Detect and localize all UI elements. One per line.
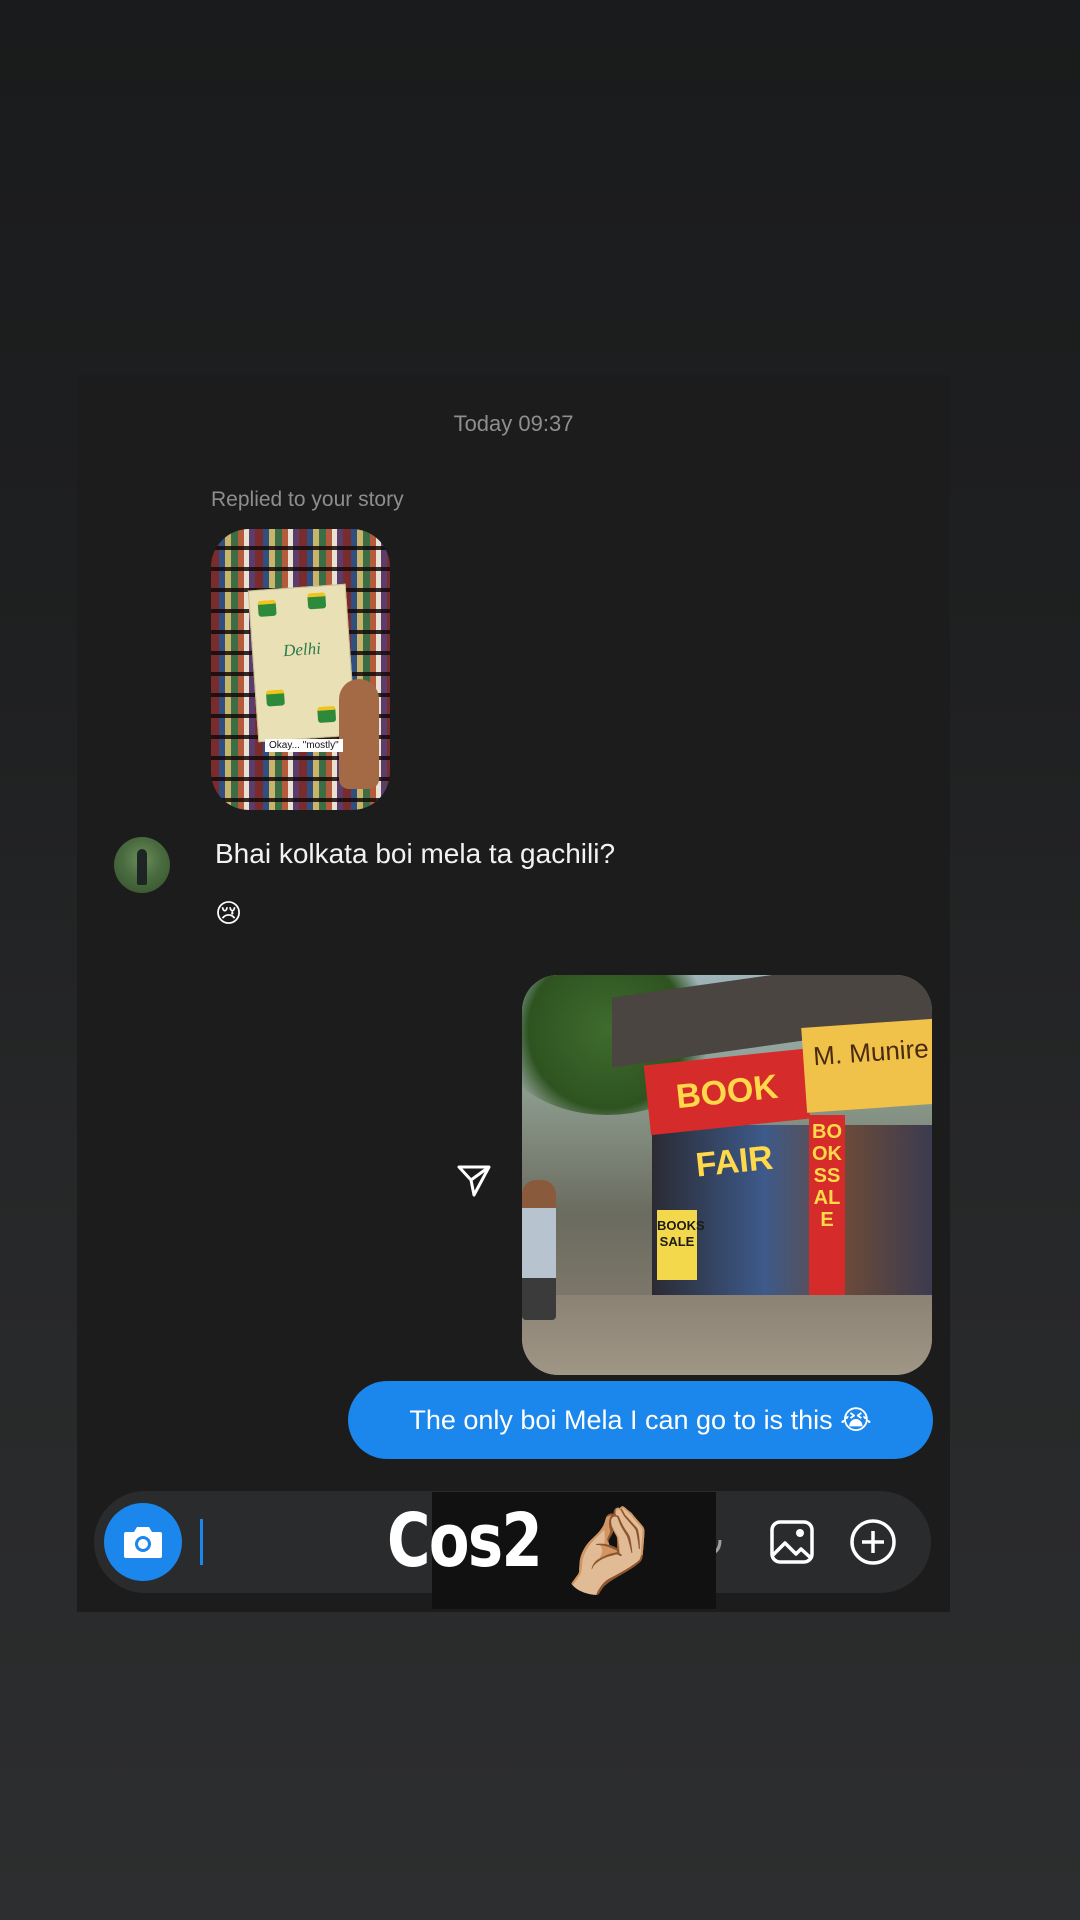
received-message-text: Bhai kolkata boi mela ta gachili?	[215, 838, 616, 869]
story-sticker: Cos2 🤌🏼	[387, 1492, 716, 1609]
plus-circle-icon[interactable]	[849, 1518, 897, 1566]
camera-icon	[124, 1527, 162, 1558]
received-message-emoji: 😢	[215, 898, 243, 928]
chat-panel: Today 09:37 Replied to your story Delhi …	[77, 375, 950, 1612]
share-icon[interactable]	[456, 1162, 492, 1198]
photo-board: BOOKS SALE	[657, 1210, 705, 1280]
text-input[interactable]	[200, 1519, 203, 1565]
sender-avatar[interactable]	[114, 837, 170, 893]
story-reply-label: Replied to your story	[211, 488, 404, 511]
pinched-fingers-emoji: 🤌🏼	[556, 1502, 664, 1598]
story-caption: Okay... "mostly"	[265, 739, 343, 752]
story-book-title: Delhi	[282, 638, 322, 661]
sent-photo[interactable]: BOOK FAIR M. Munire BOOKSSALE BOOKS SALE	[522, 975, 932, 1375]
story-hand	[339, 679, 379, 789]
sent-message-bubble: The only boi Mela I can go to is this 😭	[348, 1381, 933, 1459]
message-timestamp: Today 09:37	[453, 411, 574, 436]
story-thumbnail[interactable]: Delhi Okay... "mostly"	[211, 529, 390, 810]
photo-sign-shop: M. Munire	[801, 1018, 932, 1113]
camera-button[interactable]	[104, 1503, 182, 1581]
gallery-icon[interactable]	[769, 1519, 815, 1565]
sticker-text: Cos2	[387, 1498, 543, 1584]
